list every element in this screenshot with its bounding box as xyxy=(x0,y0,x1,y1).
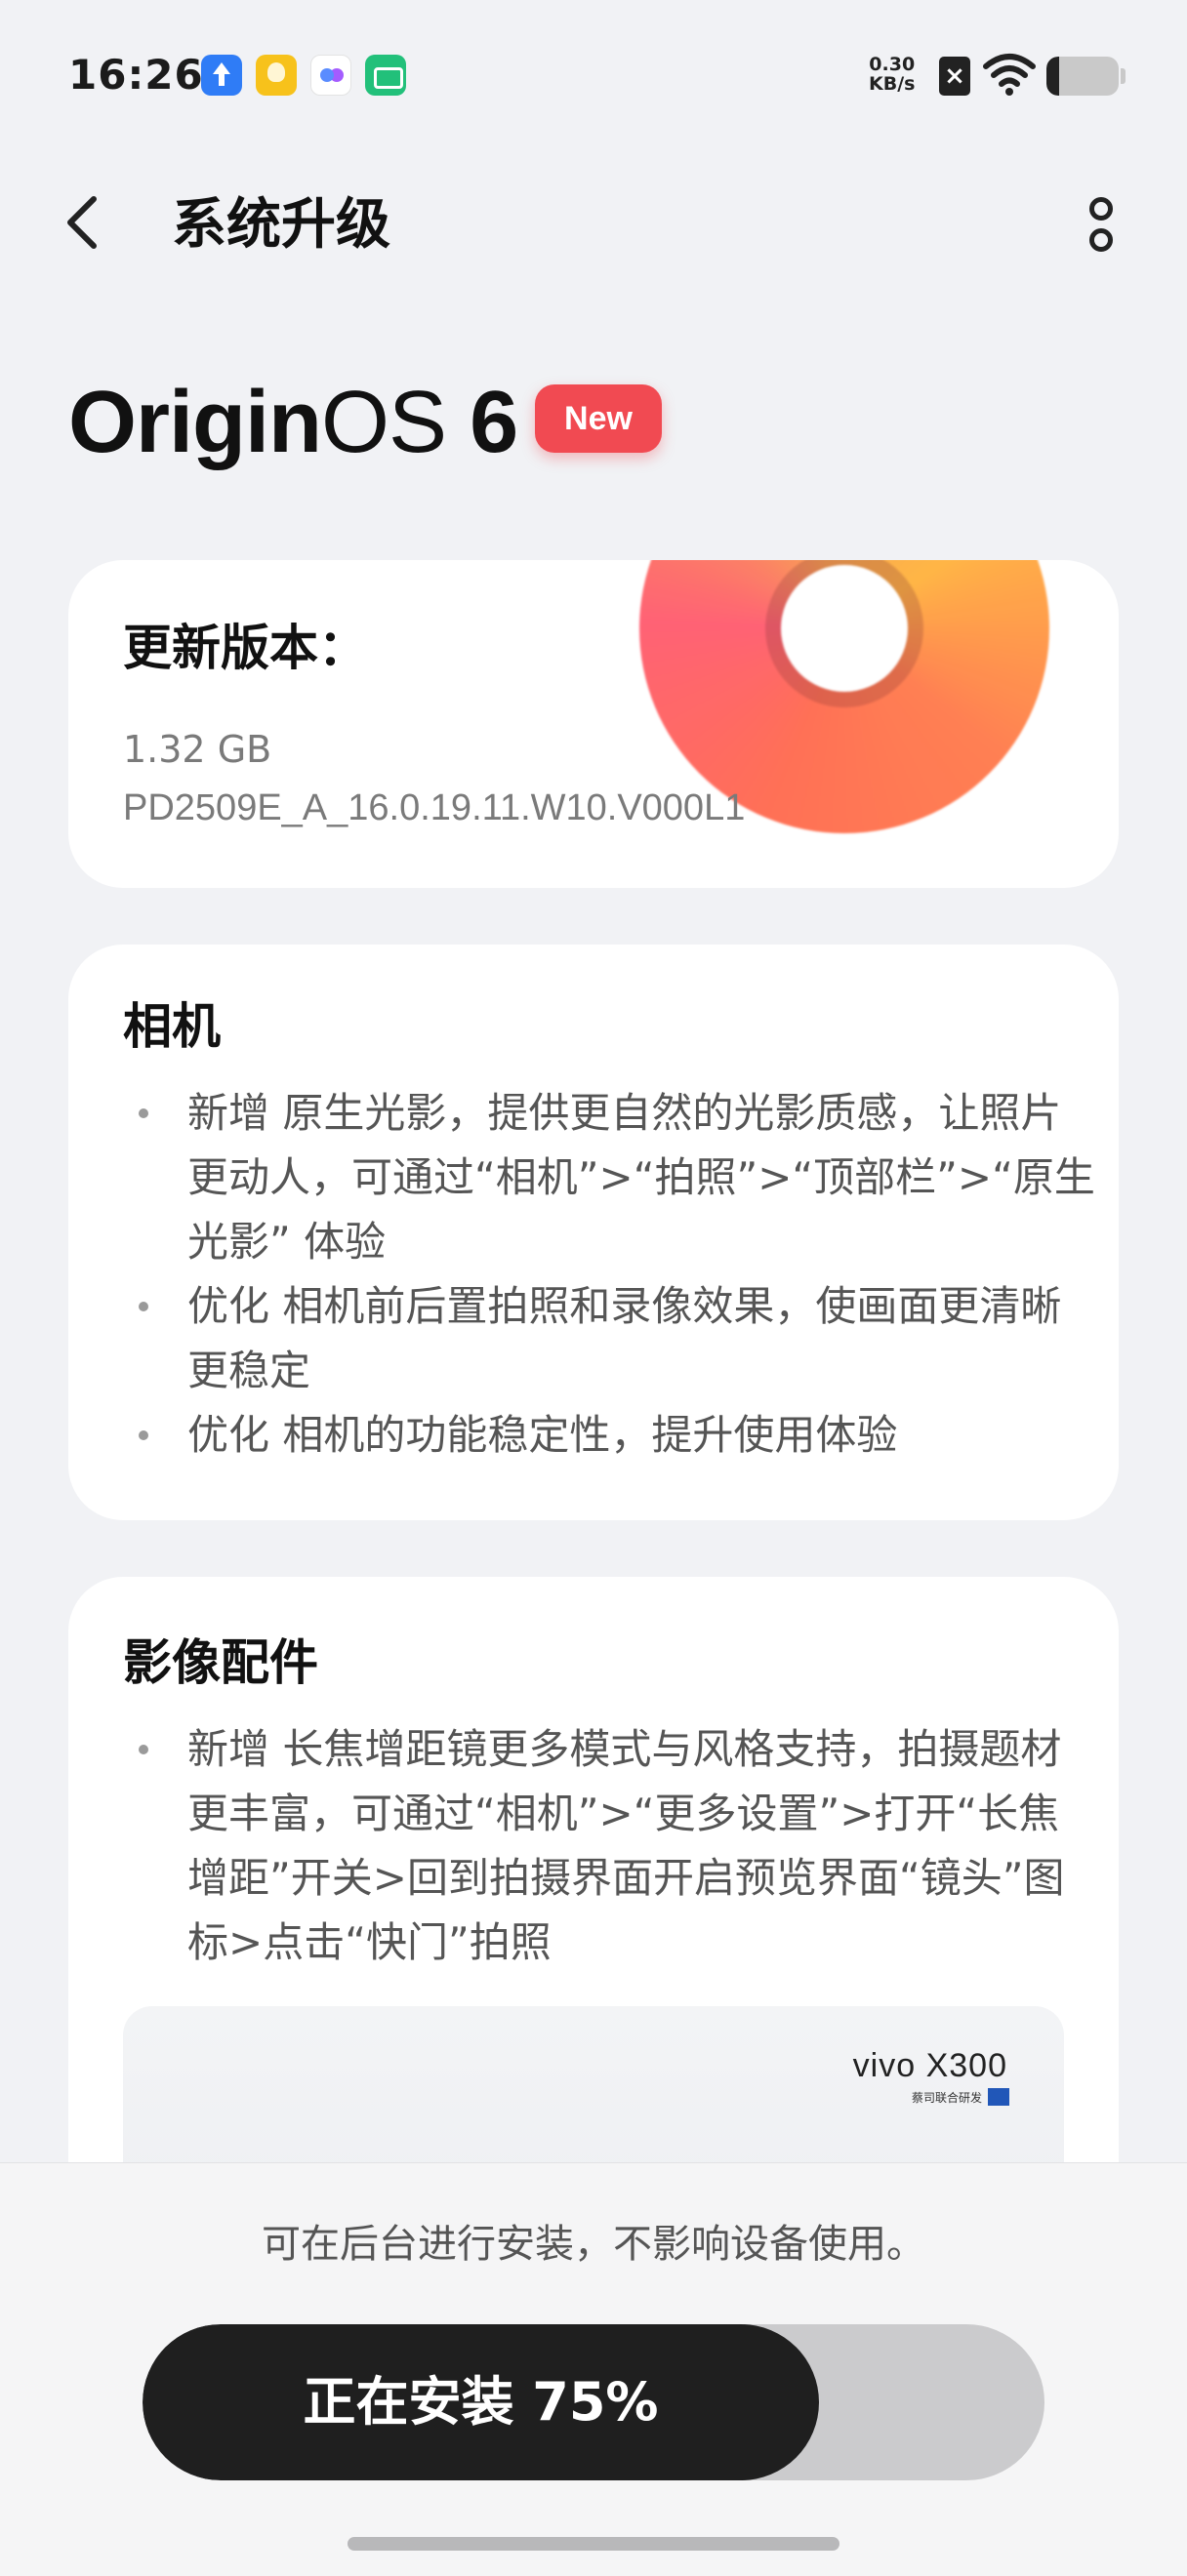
more-vertical-icon[interactable] xyxy=(1082,191,1121,260)
status-time: 16:26 xyxy=(68,51,204,99)
promo-brand: vivo X300 xyxy=(852,2047,1007,2084)
home-indicator[interactable] xyxy=(348,2537,839,2551)
zeiss-logo-icon xyxy=(988,2088,1009,2106)
notification-icons xyxy=(201,55,406,96)
promo-sub-text: 蔡司联合研发 xyxy=(911,2090,982,2105)
battery-level xyxy=(1046,57,1060,96)
more-dot-top xyxy=(1089,197,1113,221)
wifi-icon xyxy=(983,54,1036,96)
green-app-icon xyxy=(365,55,406,96)
page-title: 系统升级 xyxy=(172,193,390,257)
version-size: 1.32 GB xyxy=(123,728,272,771)
more-dot-bottom xyxy=(1089,228,1113,252)
imaging-accessory-card: 影像配件 新增 长焦增距镜更多模式与风格支持，拍摄题材更丰富，可通过“相机”>“… xyxy=(68,1577,1119,2260)
list-item: 新增 原生光影，提供更自然的光影质感，让照片更动人，可通过“相机”>“拍照”>“… xyxy=(123,1081,1099,1274)
camera-card-title: 相机 xyxy=(123,998,221,1055)
list-item: 优化 相机前后置拍照和录像效果，使画面更清晰更稳定 xyxy=(123,1274,1099,1403)
install-progress-label: 正在安装 75% xyxy=(303,2371,659,2433)
camera-changelog-card: 相机 新增 原生光影，提供更自然的光影质感，让照片更动人，可通过“相机”>“拍照… xyxy=(68,945,1119,1520)
battery-icon xyxy=(1046,57,1119,96)
install-note: 可在后台进行安装，不影响设备使用。 xyxy=(262,2222,925,2267)
os-name-light: OS xyxy=(321,374,447,471)
lightbulb-icon xyxy=(256,55,297,96)
list-item: 新增 长焦增距镜更多模式与风格支持，拍摄题材更丰富，可通过“相机”>“更多设置”… xyxy=(123,1717,1099,1975)
network-speed-unit: KB/s xyxy=(869,73,916,95)
upload-icon xyxy=(201,55,242,96)
imaging-card-title: 影像配件 xyxy=(123,1634,318,1691)
os-title: OriginOS 6 xyxy=(68,369,518,476)
chat-bubble-icon xyxy=(310,55,351,96)
network-speed-value: 0.30 xyxy=(869,54,916,75)
camera-changelog-list: 新增 原生光影，提供更自然的光影质感，让照片更动人，可通过“相机”>“拍照”>“… xyxy=(123,1081,1099,1468)
install-progress-button[interactable]: 正在安装 75% xyxy=(143,2324,1044,2480)
battery-cap xyxy=(1121,68,1126,84)
no-sim-icon: × xyxy=(939,57,970,96)
os-name-bold: Origin xyxy=(68,374,322,471)
os-version: 6 xyxy=(470,374,518,471)
list-item: 优化 相机的功能稳定性，提升使用体验 xyxy=(123,1403,1099,1468)
imaging-changelog-list: 新增 长焦增距镜更多模式与风格支持，拍摄题材更丰富，可通过“相机”>“更多设置”… xyxy=(123,1717,1099,1975)
network-speed: 0.30 KB/s xyxy=(869,55,915,94)
version-label: 更新版本： xyxy=(123,620,367,676)
status-bar: 16:26 0.30 KB/s × xyxy=(0,0,1187,156)
new-badge: New xyxy=(535,384,662,453)
version-build: PD2509E_A_16.0.19.11.W10.V000L1 xyxy=(123,787,746,828)
version-card: 更新版本： 1.32 GB PD2509E_A_16.0.19.11.W10.V… xyxy=(68,560,1119,888)
chevron-left-icon[interactable] xyxy=(59,191,113,254)
promo-subtitle: 蔡司联合研发 xyxy=(912,2088,1009,2106)
